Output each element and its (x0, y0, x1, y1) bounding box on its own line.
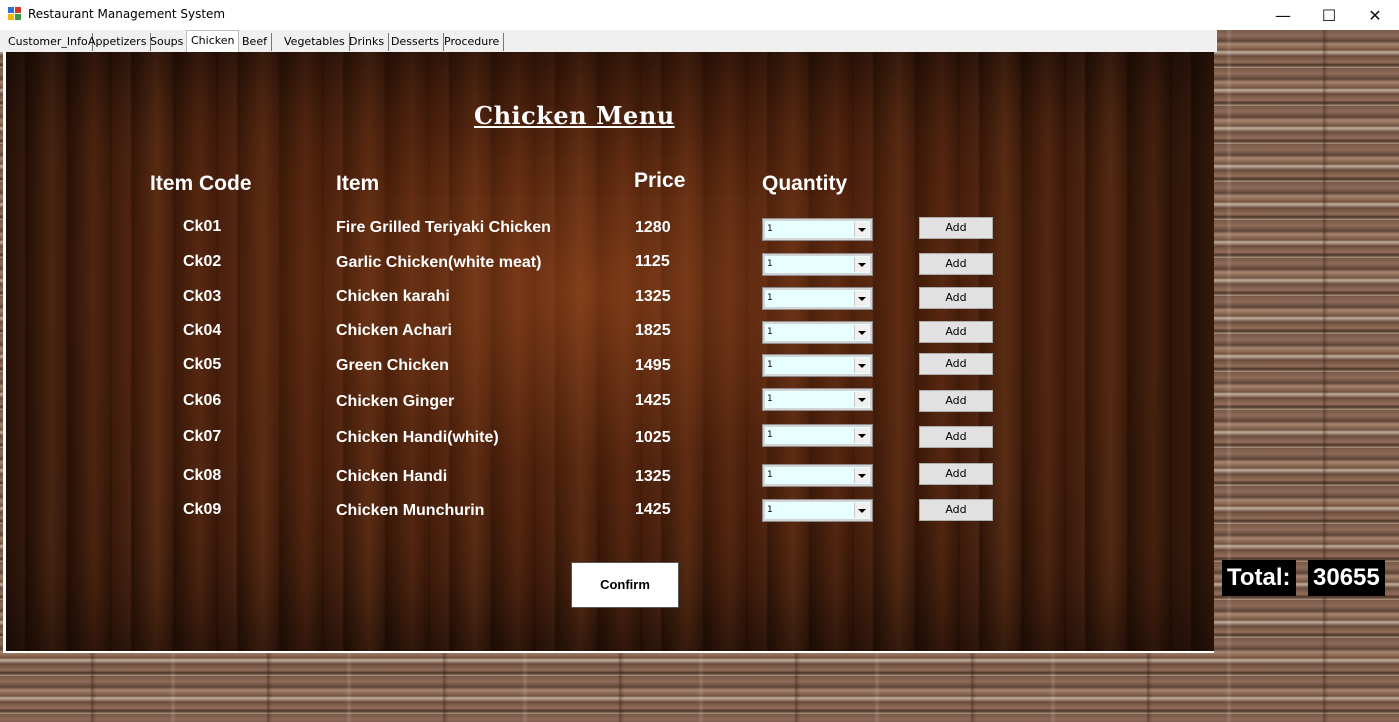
add-button[interactable]: Add (919, 253, 993, 275)
close-button[interactable]: ✕ (1352, 0, 1398, 30)
confirm-button[interactable]: Confirm (571, 562, 679, 608)
dropdown-arrow-icon[interactable] (854, 358, 869, 373)
item-code: Ck05 (183, 356, 222, 373)
dropdown-arrow-icon[interactable] (854, 257, 869, 272)
add-button[interactable]: Add (919, 390, 993, 412)
item-name: Chicken Handi(white) (336, 429, 499, 446)
tab-procedure[interactable]: Procedure (440, 33, 505, 51)
item-code: Ck06 (183, 392, 222, 409)
item-name: Chicken Handi (336, 468, 448, 485)
add-button[interactable]: Add (919, 426, 993, 448)
item-name: Green Chicken (336, 357, 449, 374)
item-name: Chicken Ginger (336, 393, 455, 410)
quantity-select[interactable]: 1 (762, 464, 873, 487)
tab-customer-info[interactable]: Customer_Info (4, 33, 93, 51)
item-name: Fire Grilled Teriyaki Chicken (336, 219, 551, 236)
tab-desserts[interactable]: Desserts (387, 33, 445, 51)
header-quantity: Quantity (762, 172, 848, 195)
quantity-value: 1 (767, 224, 773, 234)
add-button[interactable]: Add (919, 353, 993, 375)
dropdown-arrow-icon[interactable] (854, 222, 869, 237)
quantity-value: 1 (767, 430, 773, 440)
title-bar: Restaurant Management System — ☐ ✕ (0, 0, 1399, 30)
item-price: 1425 (635, 501, 671, 518)
quantity-select[interactable]: 1 (762, 321, 873, 344)
close-icon: ✕ (1368, 5, 1382, 25)
tab-drinks[interactable]: Drinks (345, 33, 390, 51)
item-price: 1425 (635, 392, 671, 409)
item-price: 1325 (635, 288, 671, 305)
dropdown-arrow-icon[interactable] (854, 503, 869, 518)
item-code: Ck02 (183, 253, 222, 270)
item-code: Ck04 (183, 322, 222, 339)
item-price: 1825 (635, 322, 671, 339)
item-code: Ck09 (183, 501, 222, 518)
item-name: Chicken karahi (336, 288, 450, 305)
dropdown-arrow-icon[interactable] (854, 468, 869, 483)
item-price: 1325 (635, 468, 671, 485)
add-button[interactable]: Add (919, 287, 993, 309)
quantity-select[interactable]: 1 (762, 388, 873, 411)
tab-vegetables[interactable]: Vegetables (280, 33, 350, 51)
tab-beef[interactable]: Beef (238, 33, 272, 51)
minimize-button[interactable]: — (1260, 0, 1306, 30)
tab-soups[interactable]: Soups (146, 33, 189, 51)
add-button[interactable]: Add (919, 217, 993, 239)
tab-chicken[interactable]: Chicken (186, 30, 240, 52)
quantity-value: 1 (767, 293, 773, 303)
quantity-value: 1 (767, 470, 773, 480)
total-value: 30655 (1308, 560, 1385, 596)
item-code: Ck03 (183, 288, 222, 305)
item-code: Ck01 (183, 218, 222, 235)
quantity-value: 1 (767, 394, 773, 404)
chicken-tab-panel: Chicken Menu Item Code Item Price Quanti… (3, 52, 1214, 653)
app-icon (8, 7, 22, 21)
menu-title: Chicken Menu (474, 101, 675, 130)
add-button[interactable]: Add (919, 463, 993, 485)
add-button[interactable]: Add (919, 321, 993, 343)
minimize-icon: — (1275, 5, 1291, 25)
quantity-value: 1 (767, 360, 773, 370)
tab-appetizers[interactable]: Appetizers (84, 33, 152, 51)
item-code: Ck08 (183, 467, 222, 484)
dropdown-arrow-icon[interactable] (854, 325, 869, 340)
item-price: 1280 (635, 219, 671, 236)
quantity-select[interactable]: 1 (762, 253, 873, 276)
window-title: Restaurant Management System (28, 7, 226, 21)
add-button[interactable]: Add (919, 499, 993, 521)
total-label: Total: (1222, 560, 1296, 596)
item-name: Chicken Achari (336, 322, 452, 339)
quantity-value: 1 (767, 259, 773, 269)
item-name: Chicken Munchurin (336, 502, 485, 519)
quantity-select[interactable]: 1 (762, 287, 873, 310)
maximize-icon: ☐ (1321, 5, 1337, 25)
quantity-value: 1 (767, 327, 773, 337)
item-name: Garlic Chicken(white meat) (336, 254, 542, 271)
dropdown-arrow-icon[interactable] (854, 291, 869, 306)
quantity-select[interactable]: 1 (762, 218, 873, 241)
item-price: 1025 (635, 429, 671, 446)
quantity-select[interactable]: 1 (762, 424, 873, 447)
dropdown-arrow-icon[interactable] (854, 428, 869, 443)
maximize-button[interactable]: ☐ (1306, 0, 1352, 30)
header-item: Item (336, 172, 380, 195)
item-price: 1495 (635, 357, 671, 374)
dropdown-arrow-icon[interactable] (854, 392, 869, 407)
item-price: 1125 (635, 253, 670, 270)
header-item-code: Item Code (150, 172, 252, 195)
quantity-select[interactable]: 1 (762, 499, 873, 522)
quantity-value: 1 (767, 505, 773, 515)
header-price: Price (634, 169, 686, 192)
quantity-select[interactable]: 1 (762, 354, 873, 377)
item-code: Ck07 (183, 428, 222, 445)
tab-strip: Customer_Info Appetizers Soups Chicken B… (0, 30, 1217, 52)
